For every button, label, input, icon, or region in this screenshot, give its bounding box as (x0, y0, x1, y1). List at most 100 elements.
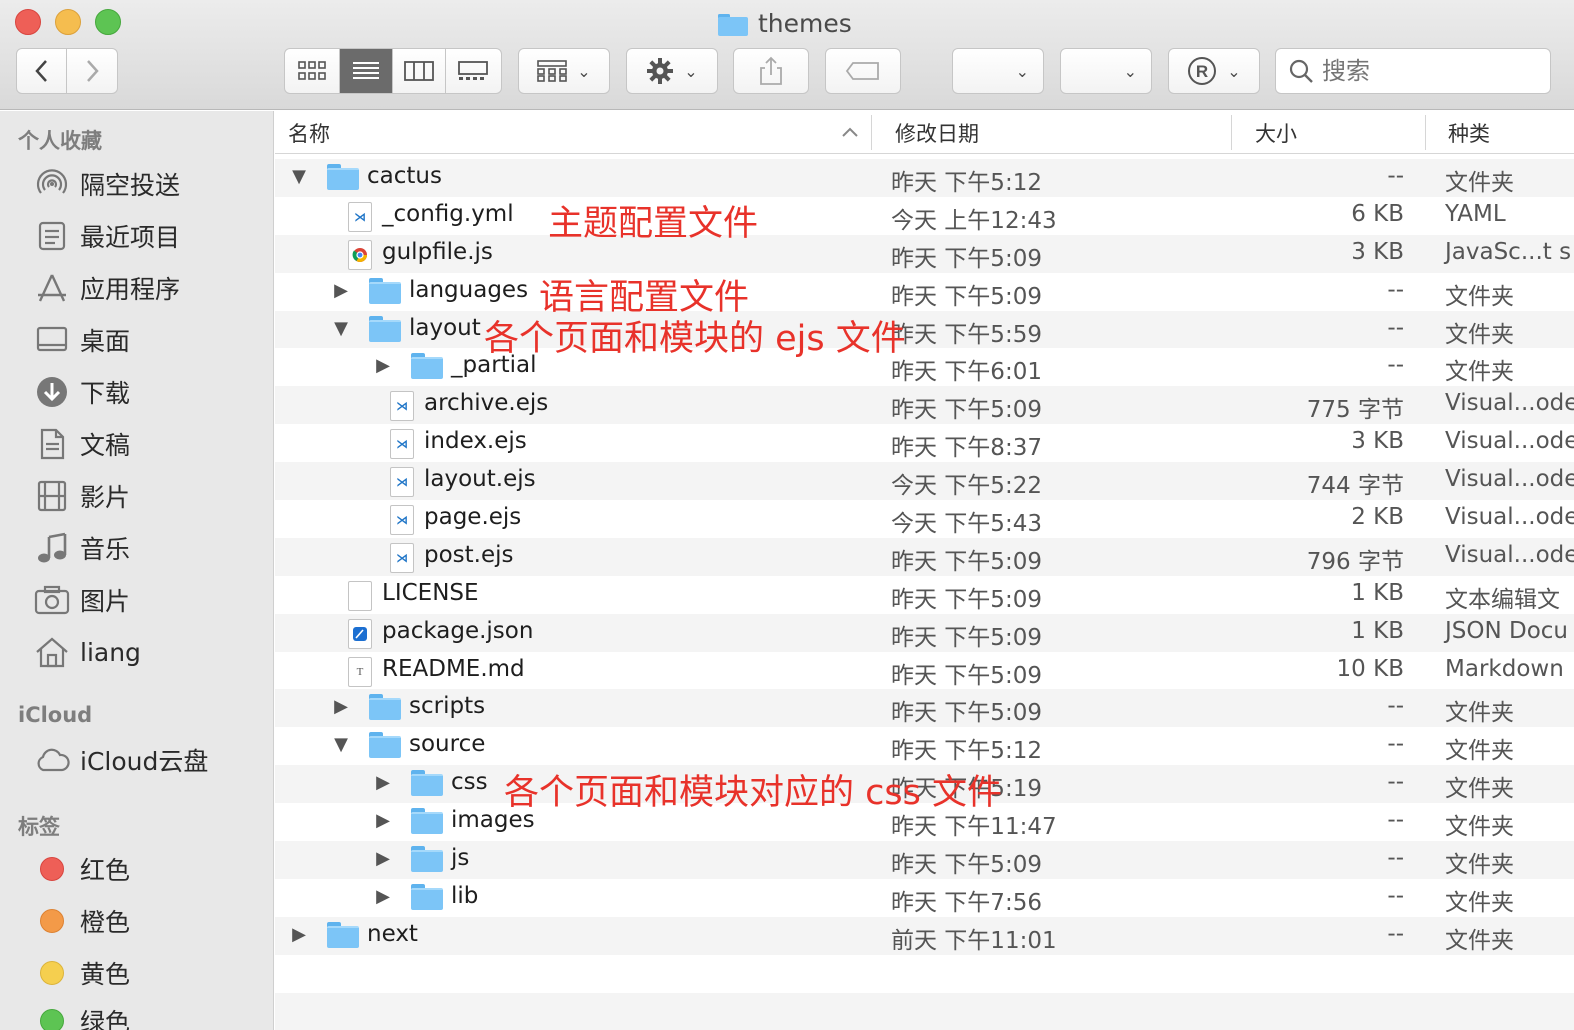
folder-row[interactable]: ▶ js 昨天 下午5:09 -- 文件夹 (275, 841, 1574, 879)
disclosure-closed-icon[interactable]: ▶ (372, 886, 394, 907)
sidebar-item-tag-red[interactable]: 红色 (34, 847, 130, 891)
share-button[interactable] (733, 48, 809, 94)
file-row[interactable]: ⋊ _config.yml 今天 上午12:43 6 KB YAML (275, 197, 1574, 235)
zoom-window-button[interactable] (95, 9, 121, 35)
file-row[interactable]: ⋊ layout.ejs 今天 下午5:22 744 字节 Visual...ode (275, 462, 1574, 501)
column-divider[interactable] (871, 115, 872, 150)
registered-extension-button[interactable]: R ⌄ (1168, 48, 1260, 94)
sidebar-item-label: 黄色 (80, 960, 131, 989)
json-file-icon (348, 618, 372, 649)
file-kind: 文件夹 (1445, 738, 1514, 765)
action-menu-button[interactable]: ⌄ (626, 48, 718, 94)
disclosure-closed-icon[interactable]: ▶ (288, 924, 310, 945)
file-modified-date: 昨天 下午7:56 (891, 889, 1042, 916)
folder-row[interactable]: ▶ _partial 昨天 下午6:01 -- 文件夹 (275, 348, 1574, 386)
sidebar-item-home[interactable]: liang (34, 630, 141, 674)
folder-row[interactable]: ▶ next 前天 下午11:01 -- 文件夹 (275, 916, 1574, 955)
sidebar-item-tag-orange[interactable]: 橙色 (34, 899, 130, 943)
sidebar-item-label: 绿色 (80, 1008, 131, 1030)
disclosure-open-icon[interactable]: ▼ (330, 318, 352, 339)
disclosure-open-icon[interactable]: ▼ (288, 166, 310, 187)
column-header-name[interactable]: 名称 (288, 111, 868, 154)
sidebar-item-desktop[interactable]: 桌面 (34, 318, 130, 362)
green-tag-icon (40, 1009, 64, 1030)
file-size: -- (1387, 845, 1404, 872)
file-modified-date: 今天 下午5:43 (891, 511, 1042, 538)
file-row[interactable]: T README.md 昨天 下午5:09 10 KB Markdown (275, 652, 1574, 690)
file-size: -- (1387, 882, 1404, 909)
disclosure-closed-icon[interactable]: ▶ (330, 280, 352, 301)
file-modified-date: 昨天 下午8:37 (891, 435, 1042, 462)
column-divider[interactable] (1425, 115, 1426, 150)
file-row[interactable]: gulpfile.js 昨天 下午5:09 3 KB JavaSc...t s (275, 234, 1574, 273)
column-divider[interactable] (1231, 115, 1232, 150)
red-tag-icon (40, 857, 64, 881)
chevron-down-icon: ⌄ (1123, 61, 1137, 81)
toolbar-popup-button-1[interactable]: ⌄ (952, 48, 1044, 94)
file-kind: 文件夹 (1445, 359, 1514, 386)
sidebar-section-icloud: iCloud (18, 703, 93, 727)
file-size: 775 字节 (1306, 397, 1404, 424)
file-name: css (451, 769, 488, 796)
sidebar-item-documents[interactable]: 文稿 (34, 422, 130, 466)
file-row[interactable]: ⋊ page.ejs 今天 下午5:43 2 KB Visual...ode (275, 500, 1574, 538)
sidebar-item-icloud-drive[interactable]: iCloud云盘 (34, 738, 208, 782)
folder-row[interactable]: ▶ scripts 昨天 下午5:09 -- 文件夹 (275, 689, 1574, 728)
sidebar-item-downloads[interactable]: 下载 (34, 370, 130, 414)
minimize-window-button[interactable] (55, 9, 81, 35)
file-kind: 文件夹 (1445, 852, 1514, 879)
folder-icon (718, 12, 748, 36)
sidebar-item-label: 图片 (80, 587, 131, 616)
column-header-date[interactable]: 修改日期 (895, 111, 1225, 154)
chevron-down-icon: ⌄ (1227, 61, 1241, 81)
file-row[interactable]: ⋊ index.ejs 昨天 下午8:37 3 KB Visual...ode (275, 424, 1574, 462)
back-button[interactable] (17, 49, 68, 93)
file-kind: JSON Docu (1445, 617, 1569, 644)
edit-tags-button[interactable] (825, 48, 901, 94)
sidebar-item-movies[interactable]: 影片 (34, 474, 130, 518)
search-input[interactable] (1322, 57, 1522, 85)
disclosure-closed-icon[interactable]: ▶ (330, 696, 352, 717)
sidebar-item-airdrop[interactable]: 隔空投送 (34, 162, 180, 206)
disclosure-closed-icon[interactable]: ▶ (372, 355, 394, 376)
disclosure-closed-icon[interactable]: ▶ (372, 848, 394, 869)
file-row[interactable]: package.json 昨天 下午5:09 1 KB JSON Docu (275, 613, 1574, 652)
file-row[interactable]: LICENSE 昨天 下午5:09 1 KB 文本编辑文 (275, 576, 1574, 614)
sidebar-item-tag-yellow[interactable]: 黄色 (34, 951, 130, 995)
disclosure-open-icon[interactable]: ▼ (330, 734, 352, 755)
search-field[interactable] (1275, 48, 1551, 94)
folder-row[interactable]: ▶ languages 昨天 下午5:09 -- 文件夹 (275, 273, 1574, 311)
file-size: -- (1387, 693, 1404, 720)
sidebar-item-recents[interactable]: 最近项目 (34, 214, 180, 258)
file-kind: JavaSc...t s (1445, 238, 1572, 265)
icon-view-button[interactable] (285, 49, 341, 93)
file-size: 3 KB (1351, 428, 1404, 455)
file-modified-date: 昨天 下午5:12 (891, 170, 1042, 196)
group-by-button[interactable]: ⌄ (518, 48, 610, 94)
file-row[interactable]: ⋊ archive.ejs 昨天 下午5:09 775 字节 Visual...ode (275, 386, 1574, 425)
disclosure-closed-icon[interactable]: ▶ (372, 810, 394, 831)
folder-row[interactable]: ▼ layout 昨天 下午5:59 -- 文件夹 (275, 310, 1574, 349)
column-header-size[interactable]: 大小 (1255, 111, 1415, 154)
gallery-view-button[interactable] (446, 49, 501, 93)
empty-row (275, 992, 1574, 1030)
file-row[interactable]: ⋊ post.ejs 昨天 下午5:09 796 字节 Visual...ode (275, 537, 1574, 576)
folder-row[interactable]: ▼ source 昨天 下午5:12 -- 文件夹 (275, 727, 1574, 765)
column-view-button[interactable] (393, 49, 446, 93)
folder-row[interactable]: ▼ cactus 昨天 下午5:12 -- 文件夹 (275, 159, 1574, 197)
file-modified-date: 今天 上午12:43 (891, 207, 1057, 234)
annotation-theme-config: 主题配置文件 (548, 204, 759, 244)
svg-text:R: R (1196, 62, 1208, 81)
list-view-button[interactable] (340, 49, 393, 93)
sidebar-item-music[interactable]: 音乐 (34, 526, 130, 570)
close-window-button[interactable] (15, 9, 41, 35)
sidebar-item-tag-green[interactable]: 绿色 (34, 999, 130, 1030)
folder-row[interactable]: ▶ lib 昨天 下午7:56 -- 文件夹 (275, 879, 1574, 917)
forward-button[interactable] (67, 49, 117, 93)
sidebar-item-applications[interactable]: 应用程序 (34, 266, 180, 310)
file-kind: 文件夹 (1445, 321, 1514, 348)
disclosure-closed-icon[interactable]: ▶ (372, 772, 394, 793)
toolbar-popup-button-2[interactable]: ⌄ (1060, 48, 1152, 94)
column-header-kind[interactable]: 种类 (1448, 111, 1568, 154)
sidebar-item-pictures[interactable]: 图片 (34, 578, 130, 622)
